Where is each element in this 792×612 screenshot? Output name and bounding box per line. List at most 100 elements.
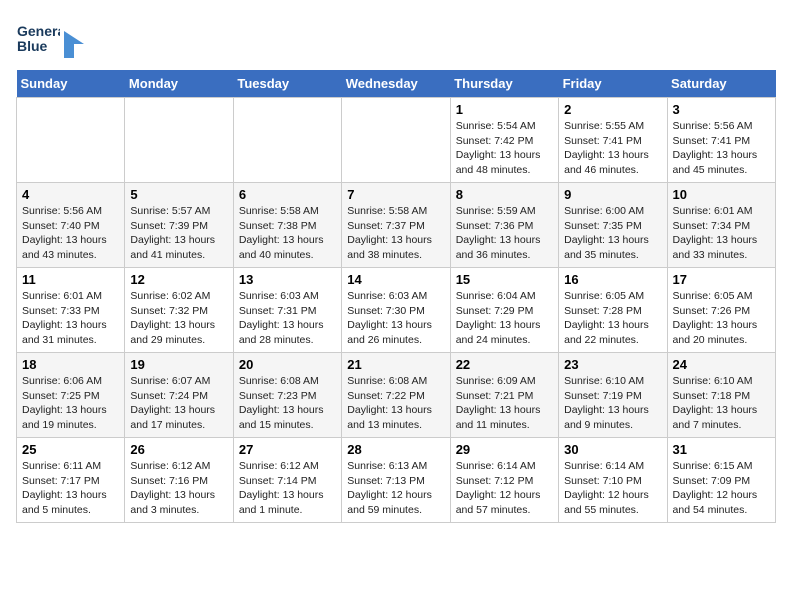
weekday-header: Tuesday [233,70,341,98]
day-number: 25 [22,442,119,457]
day-info: Sunrise: 6:01 AM Sunset: 7:34 PM Dayligh… [673,204,770,263]
day-number: 16 [564,272,661,287]
calendar-cell: 3Sunrise: 5:56 AM Sunset: 7:41 PM Daylig… [667,98,775,183]
calendar-cell: 8 Sunrise: 5:59 AM Sunset: 7:36 PM Daylig… [450,183,558,268]
day-info: Sunrise: 6:08 AM Sunset: 7:23 PM Dayligh… [239,374,336,433]
calendar-cell [342,98,450,183]
weekday-header-row: SundayMondayTuesdayWednesdayThursdayFrid… [17,70,776,98]
calendar-cell: 23Sunrise: 6:10 AM Sunset: 7:19 PM Dayli… [559,353,667,438]
calendar-cell: 2 Sunrise: 5:55 AM Sunset: 7:41 PM Daylig… [559,98,667,183]
day-info: Sunrise: 6:06 AM Sunset: 7:25 PM Dayligh… [22,374,119,433]
calendar-cell: 16 Sunrise: 6:05 AM Sunset: 7:28 PM Dayli… [559,268,667,353]
day-info: Sunrise: 5:59 AM Sunset: 7:36 PM Dayligh… [456,204,553,263]
day-number: 5 [130,187,227,202]
calendar-cell: 19Sunrise: 6:07 AM Sunset: 7:24 PM Dayli… [125,353,233,438]
day-number: 6 [239,187,336,202]
calendar-cell: 24 Sunrise: 6:10 AM Sunset: 7:18 PM Dayli… [667,353,775,438]
day-info: Sunrise: 6:10 AM Sunset: 7:18 PM Dayligh… [673,374,770,433]
day-info: Sunrise: 6:09 AM Sunset: 7:21 PM Dayligh… [456,374,553,433]
day-number: 19 [130,357,227,372]
day-info: Sunrise: 6:05 AM Sunset: 7:26 PM Dayligh… [673,289,770,348]
day-number: 9 [564,187,661,202]
page-header: General Blue [16,16,776,60]
day-info: Sunrise: 6:00 AM Sunset: 7:35 PM Dayligh… [564,204,661,263]
calendar-cell [125,98,233,183]
day-info: Sunrise: 6:03 AM Sunset: 7:30 PM Dayligh… [347,289,444,348]
day-info: Sunrise: 6:04 AM Sunset: 7:29 PM Dayligh… [456,289,553,348]
calendar-cell: 15Sunrise: 6:04 AM Sunset: 7:29 PM Dayli… [450,268,558,353]
calendar-table: SundayMondayTuesdayWednesdayThursdayFrid… [16,70,776,523]
calendar-cell [233,98,341,183]
day-info: Sunrise: 6:11 AM Sunset: 7:17 PM Dayligh… [22,459,119,518]
calendar-week-row: 18 Sunrise: 6:06 AM Sunset: 7:25 PM Dayli… [17,353,776,438]
day-number: 29 [456,442,553,457]
calendar-cell: 20 Sunrise: 6:08 AM Sunset: 7:23 PM Dayli… [233,353,341,438]
calendar-cell [17,98,125,183]
day-number: 14 [347,272,444,287]
day-number: 20 [239,357,336,372]
calendar-cell: 22 Sunrise: 6:09 AM Sunset: 7:21 PM Dayli… [450,353,558,438]
calendar-week-row: 11Sunrise: 6:01 AM Sunset: 7:33 PM Dayli… [17,268,776,353]
day-info: Sunrise: 6:02 AM Sunset: 7:32 PM Dayligh… [130,289,227,348]
calendar-cell: 28Sunrise: 6:13 AM Sunset: 7:13 PM Dayli… [342,438,450,523]
day-number: 12 [130,272,227,287]
day-number: 1 [456,102,553,117]
calendar-cell: 13Sunrise: 6:03 AM Sunset: 7:31 PM Dayli… [233,268,341,353]
weekday-header: Friday [559,70,667,98]
calendar-cell: 31 Sunrise: 6:15 AM Sunset: 7:09 PM Dayli… [667,438,775,523]
calendar-cell: 7 Sunrise: 5:58 AM Sunset: 7:37 PM Daylig… [342,183,450,268]
calendar-cell: 1 Sunrise: 5:54 AM Sunset: 7:42 PM Daylig… [450,98,558,183]
day-number: 18 [22,357,119,372]
calendar-cell: 6 Sunrise: 5:58 AM Sunset: 7:38 PM Daylig… [233,183,341,268]
day-info: Sunrise: 5:54 AM Sunset: 7:42 PM Dayligh… [456,119,553,178]
day-info: Sunrise: 5:55 AM Sunset: 7:41 PM Dayligh… [564,119,661,178]
day-number: 26 [130,442,227,457]
day-number: 11 [22,272,119,287]
day-info: Sunrise: 5:58 AM Sunset: 7:37 PM Dayligh… [347,204,444,263]
day-info: Sunrise: 5:56 AM Sunset: 7:41 PM Dayligh… [673,119,770,178]
svg-text:General: General [17,23,60,39]
day-number: 2 [564,102,661,117]
weekday-header: Wednesday [342,70,450,98]
svg-text:Blue: Blue [17,38,48,54]
calendar-week-row: 4Sunrise: 5:56 AM Sunset: 7:40 PM Daylig… [17,183,776,268]
calendar-cell: 18 Sunrise: 6:06 AM Sunset: 7:25 PM Dayli… [17,353,125,438]
calendar-cell: 12 Sunrise: 6:02 AM Sunset: 7:32 PM Dayli… [125,268,233,353]
calendar-cell: 10 Sunrise: 6:01 AM Sunset: 7:34 PM Dayli… [667,183,775,268]
logo: General Blue [16,16,84,60]
calendar-cell: 17 Sunrise: 6:05 AM Sunset: 7:26 PM Dayli… [667,268,775,353]
calendar-cell: 9 Sunrise: 6:00 AM Sunset: 7:35 PM Daylig… [559,183,667,268]
calendar-cell: 30 Sunrise: 6:14 AM Sunset: 7:10 PM Dayli… [559,438,667,523]
calendar-cell: 11Sunrise: 6:01 AM Sunset: 7:33 PM Dayli… [17,268,125,353]
day-number: 10 [673,187,770,202]
day-number: 8 [456,187,553,202]
calendar-cell: 21 Sunrise: 6:08 AM Sunset: 7:22 PM Dayli… [342,353,450,438]
day-info: Sunrise: 6:14 AM Sunset: 7:10 PM Dayligh… [564,459,661,518]
calendar-cell: 14 Sunrise: 6:03 AM Sunset: 7:30 PM Dayli… [342,268,450,353]
day-number: 27 [239,442,336,457]
calendar-cell: 4Sunrise: 5:56 AM Sunset: 7:40 PM Daylig… [17,183,125,268]
day-number: 24 [673,357,770,372]
logo-icon: General Blue [16,16,60,60]
calendar-cell: 25 Sunrise: 6:11 AM Sunset: 7:17 PM Dayli… [17,438,125,523]
day-number: 30 [564,442,661,457]
day-number: 7 [347,187,444,202]
day-info: Sunrise: 6:15 AM Sunset: 7:09 PM Dayligh… [673,459,770,518]
day-info: Sunrise: 6:05 AM Sunset: 7:28 PM Dayligh… [564,289,661,348]
weekday-header: Monday [125,70,233,98]
weekday-header: Thursday [450,70,558,98]
day-number: 17 [673,272,770,287]
calendar-cell: 5 Sunrise: 5:57 AM Sunset: 7:39 PM Daylig… [125,183,233,268]
day-number: 22 [456,357,553,372]
day-number: 21 [347,357,444,372]
day-info: Sunrise: 6:03 AM Sunset: 7:31 PM Dayligh… [239,289,336,348]
day-info: Sunrise: 6:14 AM Sunset: 7:12 PM Dayligh… [456,459,553,518]
day-info: Sunrise: 5:58 AM Sunset: 7:38 PM Dayligh… [239,204,336,263]
day-info: Sunrise: 5:57 AM Sunset: 7:39 PM Dayligh… [130,204,227,263]
day-info: Sunrise: 6:08 AM Sunset: 7:22 PM Dayligh… [347,374,444,433]
day-info: Sunrise: 6:12 AM Sunset: 7:16 PM Dayligh… [130,459,227,518]
day-number: 28 [347,442,444,457]
day-info: Sunrise: 6:10 AM Sunset: 7:19 PM Dayligh… [564,374,661,433]
day-number: 31 [673,442,770,457]
weekday-header: Saturday [667,70,775,98]
